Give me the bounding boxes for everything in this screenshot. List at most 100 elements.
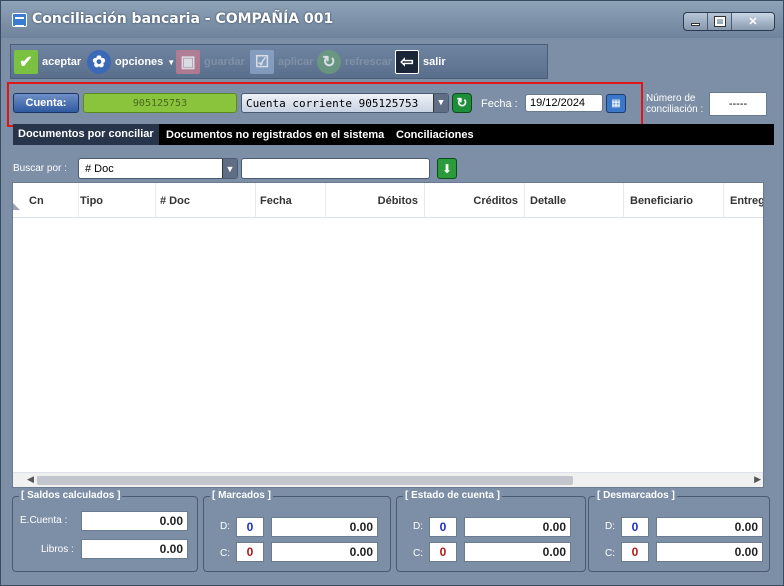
ecuenta-value: 0.00: [81, 511, 188, 531]
window-controls: ✕: [683, 12, 775, 31]
title-bar: Conciliación bancaria - COMPAÑÍA 001 ✕: [1, 1, 783, 38]
chevron-down-icon[interactable]: ▼: [433, 94, 448, 112]
window-title: Conciliación bancaria - COMPAÑÍA 001: [32, 11, 334, 27]
search-field-select[interactable]: # Doc ▼: [78, 158, 238, 179]
column-header-fecha[interactable]: Fecha: [254, 183, 326, 218]
column-header-debitos[interactable]: Débitos: [325, 183, 425, 218]
opciones-button[interactable]: ✿ opciones ▼: [87, 48, 175, 76]
estado-credit-count: 0: [429, 542, 457, 562]
salir-label: salir: [423, 56, 446, 68]
tab-bar: Documentos por conciliar Documentos no r…: [13, 124, 774, 145]
marcados-credit-value: 0.00: [271, 542, 378, 562]
conciliacion-window: Conciliación bancaria - COMPAÑÍA 001 ✕ ✔…: [0, 0, 784, 586]
chevron-down-icon[interactable]: ▼: [222, 159, 237, 178]
estado-de-cuenta-group: [ Estado de cuenta ] D: 0 0.00 C: 0 0.00: [396, 490, 586, 572]
scroll-left-icon[interactable]: ◀: [27, 474, 34, 485]
save-icon: ▣: [176, 50, 200, 74]
window-app-icon: [12, 13, 27, 27]
estado-credit-value: 0.00: [464, 542, 571, 562]
desmarcados-debit-label: D:: [605, 521, 615, 532]
marcados-group: [ Marcados ] D: 0 0.00 C: 0 0.00: [203, 490, 391, 572]
marcados-debit-count: 0: [236, 517, 264, 537]
fecha-input[interactable]: 19/12/2024: [525, 94, 603, 112]
column-header-detalle[interactable]: Detalle: [524, 183, 624, 218]
column-header-entreg[interactable]: Entreg: [724, 183, 763, 218]
account-select-value: Cuenta corriente 905125753: [246, 96, 419, 110]
guardar-label: guardar: [204, 56, 245, 68]
column-header-beneficiario[interactable]: Beneficiario: [624, 183, 724, 218]
marcados-debit-label: D:: [220, 521, 230, 532]
buscar-por-label: Buscar por :: [13, 163, 67, 174]
saldos-calculados-group: [ Saldos calculados ] E.Cuenta : 0.00 Li…: [12, 490, 198, 572]
tab-conciliaciones[interactable]: Conciliaciones: [391, 124, 479, 145]
chevron-down-icon: ▼: [167, 57, 176, 67]
refrescar-label: refrescar: [345, 56, 393, 68]
search-field-value: # Doc: [85, 162, 114, 175]
marcados-debit-value: 0.00: [271, 517, 378, 537]
toolbar: ✔ aceptar ✿ opciones ▼ ▣ guardar ☑ aplic…: [10, 44, 548, 79]
desmarcados-credit-label: C:: [605, 548, 615, 559]
column-header-cn[interactable]: Cn: [23, 183, 79, 218]
opciones-label: opciones: [115, 56, 164, 68]
maximize-button[interactable]: [708, 13, 732, 30]
aplicar-label: aplicar: [278, 56, 314, 68]
desmarcados-group: [ Desmarcados ] D: 0 0.00 C: 0 0.00: [588, 490, 770, 572]
salir-button[interactable]: ⇦ salir: [395, 48, 446, 76]
documents-grid[interactable]: Cn Tipo # Doc Fecha Débitos Créditos Det…: [12, 182, 764, 488]
search-input[interactable]: [241, 158, 430, 179]
apply-icon: ☑: [250, 50, 274, 74]
marcados-title: [ Marcados ]: [210, 490, 273, 501]
refresh-icon: ↻: [456, 95, 468, 110]
grid-header: Cn Tipo # Doc Fecha Débitos Créditos Det…: [13, 183, 763, 218]
tab-documentos-no-registrados[interactable]: Documentos no registrados en el sistema: [161, 124, 389, 145]
column-header-creditos[interactable]: Créditos: [425, 183, 525, 218]
calendar-button[interactable]: ▦: [606, 94, 626, 113]
horizontal-scrollbar[interactable]: ◀ ▶: [13, 472, 763, 487]
estado-debit-value: 0.00: [464, 517, 571, 537]
estado-debit-label: D:: [413, 521, 423, 532]
estado-de-cuenta-title: [ Estado de cuenta ]: [403, 490, 503, 501]
estado-debit-count: 0: [429, 517, 457, 537]
scrollbar-thumb[interactable]: [37, 476, 573, 485]
estado-credit-label: C:: [413, 548, 423, 559]
saldos-calculados-title: [ Saldos calculados ]: [19, 490, 123, 501]
desmarcados-debit-value: 0.00: [656, 517, 763, 537]
maximize-icon: [713, 16, 726, 27]
desmarcados-credit-value: 0.00: [656, 542, 763, 562]
libros-value: 0.00: [81, 539, 188, 559]
account-code-field[interactable]: 905125753: [83, 93, 237, 113]
marcados-credit-count: 0: [236, 542, 264, 562]
aplicar-button[interactable]: ☑ aplicar: [250, 48, 313, 76]
marcados-credit-label: C:: [220, 548, 230, 559]
fecha-label: Fecha :: [481, 98, 518, 110]
exit-icon: ⇦: [395, 50, 419, 74]
numero-conciliacion-field: -----: [709, 92, 767, 116]
column-header-tipo[interactable]: Tipo: [74, 183, 156, 218]
libros-label: Libros :: [41, 544, 74, 555]
minimize-icon: [691, 23, 700, 26]
account-select[interactable]: Cuenta corriente 905125753 ▼: [241, 93, 449, 113]
minimize-button[interactable]: [684, 13, 708, 30]
scroll-right-icon[interactable]: ▶: [754, 474, 761, 485]
desmarcados-credit-count: 0: [621, 542, 649, 562]
cuenta-label: Cuenta:: [13, 93, 79, 113]
desmarcados-title: [ Desmarcados ]: [595, 490, 677, 501]
guardar-button[interactable]: ▣ guardar: [176, 48, 245, 76]
aceptar-label: aceptar: [42, 56, 82, 68]
close-button[interactable]: ✕: [732, 13, 774, 30]
account-refresh-button[interactable]: ↻: [452, 93, 472, 113]
options-icon: ✿: [87, 50, 111, 74]
column-header-doc[interactable]: # Doc: [154, 183, 256, 218]
filter-icon: ⬇: [441, 161, 453, 176]
desmarcados-debit-count: 0: [621, 517, 649, 537]
ecuenta-label: E.Cuenta :: [20, 515, 68, 526]
filter-button[interactable]: ⬇: [437, 158, 457, 179]
refrescar-button[interactable]: ↻ refrescar: [317, 48, 392, 76]
close-icon: ✕: [748, 16, 758, 28]
calendar-icon: ▦: [611, 98, 621, 109]
checkmark-icon: ✔: [14, 50, 38, 74]
aceptar-button[interactable]: ✔ aceptar: [14, 48, 81, 76]
tab-documentos-por-conciliar[interactable]: Documentos por conciliar: [13, 124, 159, 145]
refresh-icon: ↻: [317, 50, 341, 74]
grid-corner-indicator: [13, 203, 20, 210]
